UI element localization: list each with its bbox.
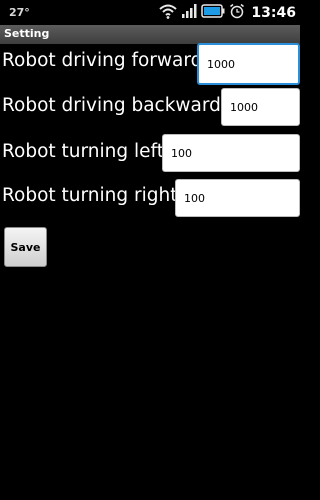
save-button[interactable]: Save: [4, 227, 47, 267]
backwards-input[interactable]: [221, 88, 300, 126]
status-bar: 27° 13:46: [0, 0, 300, 25]
forward-label: Robot driving forward:: [2, 50, 209, 71]
alarm-icon: [229, 3, 245, 23]
forward-input[interactable]: [197, 43, 300, 85]
temperature-indicator: 27°: [9, 6, 30, 19]
right-input[interactable]: [175, 179, 300, 217]
battery-icon: [201, 3, 225, 23]
backwards-label: Robot driving backwards:: [2, 95, 237, 116]
left-label: Robot turning left:: [2, 141, 171, 162]
clock: 13:46: [251, 4, 296, 21]
title-bar: Setting: [0, 25, 300, 44]
signal-icon: [181, 3, 197, 23]
left-input[interactable]: [162, 134, 300, 172]
page-title: Setting: [4, 27, 50, 40]
status-icons: 13:46: [159, 3, 296, 22]
right-label: Robot turning right:: [2, 185, 184, 206]
wifi-icon: [159, 3, 178, 23]
